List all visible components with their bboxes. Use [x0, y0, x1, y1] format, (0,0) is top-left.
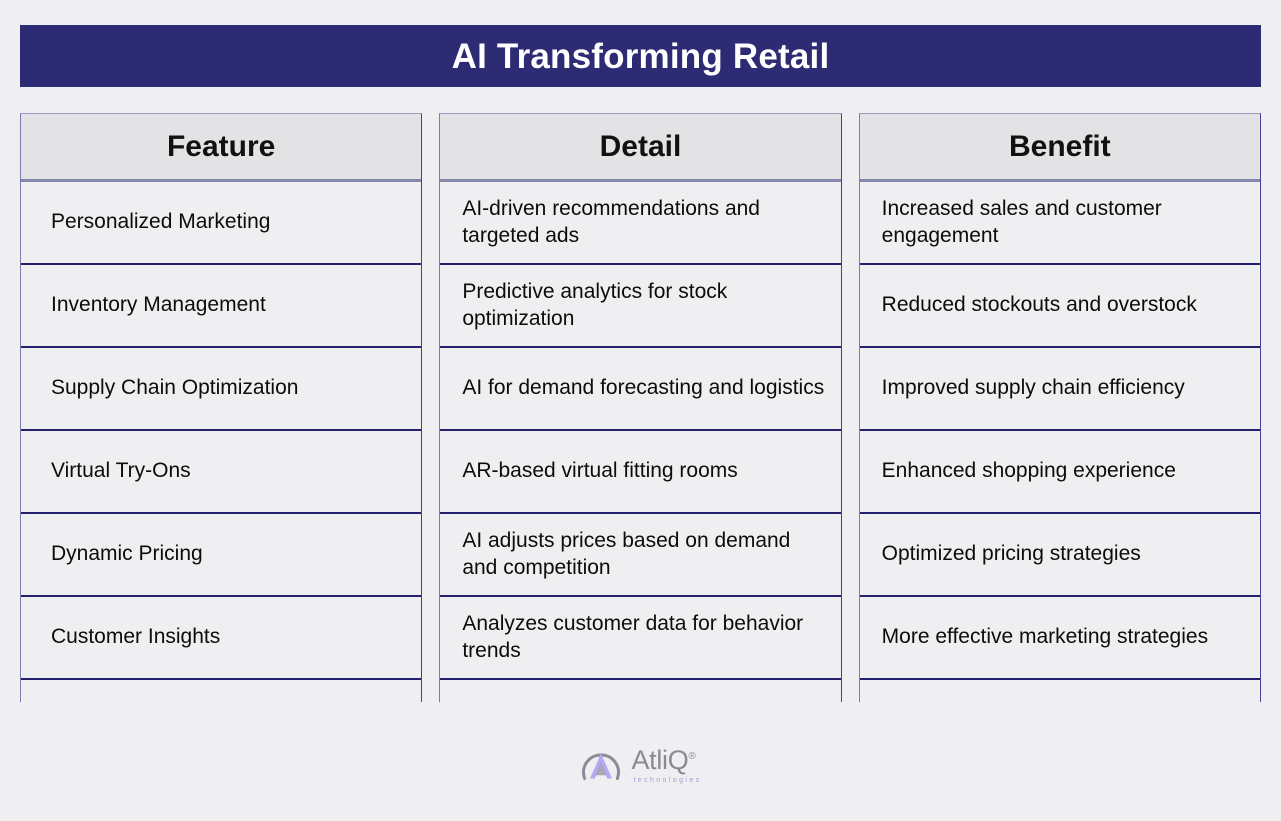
table-row: AI-driven recommendations and targeted a… — [440, 182, 841, 265]
table-row: Increased sales and customer engagement — [859, 182, 1260, 265]
table-row-empty — [440, 680, 841, 706]
table-row: More effective marketing strategies — [859, 597, 1260, 680]
atliq-logo: AtliQ® technologies — [0, 738, 1281, 790]
table-row: AR-based virtual fitting rooms — [440, 431, 841, 514]
logo-tagline: technologies — [633, 776, 702, 784]
column-header-label: Benefit — [1008, 129, 1111, 163]
table-row: Virtual Try-Ons — [21, 431, 422, 514]
table-row: AI for demand forecasting and logistics — [440, 348, 841, 431]
table-row: Customer Insights — [21, 597, 422, 680]
atliq-logo-mark-icon — [582, 753, 621, 781]
table-row: Improved supply chain efficiency — [859, 348, 1260, 431]
table-row: Predictive analytics for stock optimizat… — [440, 265, 841, 348]
cell-benefit-1: Increased sales and customer engagement — [881, 196, 1162, 247]
cell-feature-3: Supply Chain Optimization — [51, 376, 299, 400]
cell-benefit-5: Optimized pricing strategies — [881, 542, 1141, 566]
cell-detail-4: AR-based virtual fitting rooms — [462, 459, 738, 483]
table-column-feature: Feature Personalized Marketing Inventory… — [20, 113, 423, 706]
cell-feature-5: Dynamic Pricing — [51, 542, 203, 566]
cell-detail-6: Analyzes customer data for behavior tren… — [462, 611, 804, 662]
table-row: Enhanced shopping experience — [859, 431, 1260, 514]
column-header-benefit: Benefit — [859, 114, 1260, 182]
column-header-label: Feature — [166, 129, 276, 163]
cell-feature-4: Virtual Try-Ons — [51, 459, 191, 483]
cell-detail-1: AI-driven recommendations and targeted a… — [462, 196, 760, 247]
column-header-detail: Detail — [440, 114, 841, 182]
comparison-table: Feature Personalized Marketing Inventory… — [20, 113, 1261, 706]
logo-wordmark: AtliQ® — [631, 744, 696, 775]
cell-benefit-4: Enhanced shopping experience — [881, 459, 1176, 483]
table-column-detail: Detail AI-driven recommendations and tar… — [439, 113, 842, 706]
table-row: Dynamic Pricing — [21, 514, 422, 597]
cell-detail-3: AI for demand forecasting and logistics — [462, 376, 825, 400]
cell-benefit-3: Improved supply chain efficiency — [881, 376, 1185, 400]
table-row: Reduced stockouts and overstock — [859, 265, 1260, 348]
table-row: Optimized pricing strategies — [859, 514, 1260, 597]
table-column-benefit: Benefit Increased sales and customer eng… — [858, 113, 1261, 706]
cell-feature-1: Personalized Marketing — [51, 210, 271, 234]
cell-benefit-2: Reduced stockouts and overstock — [881, 293, 1197, 317]
column-header-label: Detail — [599, 129, 682, 163]
logo-wordmark-text: AtliQ — [631, 744, 689, 775]
table-row: Personalized Marketing — [21, 182, 422, 265]
registered-mark-icon: ® — [688, 750, 696, 762]
column-header-feature: Feature — [21, 114, 422, 182]
cell-feature-6: Customer Insights — [51, 625, 221, 649]
table-row: Analyzes customer data for behavior tren… — [440, 597, 841, 680]
table-row-empty — [21, 680, 422, 706]
cell-detail-2: Predictive analytics for stock optimizat… — [462, 279, 728, 330]
page-title: AI Transforming Retail — [451, 36, 830, 76]
cell-feature-2: Inventory Management — [51, 293, 266, 317]
slide-title-bar: AI Transforming Retail — [20, 25, 1261, 87]
table-row-empty — [859, 680, 1260, 706]
cell-detail-5: AI adjusts prices based on demand and co… — [462, 528, 791, 579]
table-row: Supply Chain Optimization — [21, 348, 422, 431]
table-row: Inventory Management — [21, 265, 422, 348]
slide-canvas: AI Transforming Retail Feature Personali… — [0, 0, 1281, 821]
cell-benefit-6: More effective marketing strategies — [881, 625, 1209, 649]
table-row: AI adjusts prices based on demand and co… — [440, 514, 841, 597]
atliq-logo-type: AtliQ® technologies — [631, 745, 701, 784]
